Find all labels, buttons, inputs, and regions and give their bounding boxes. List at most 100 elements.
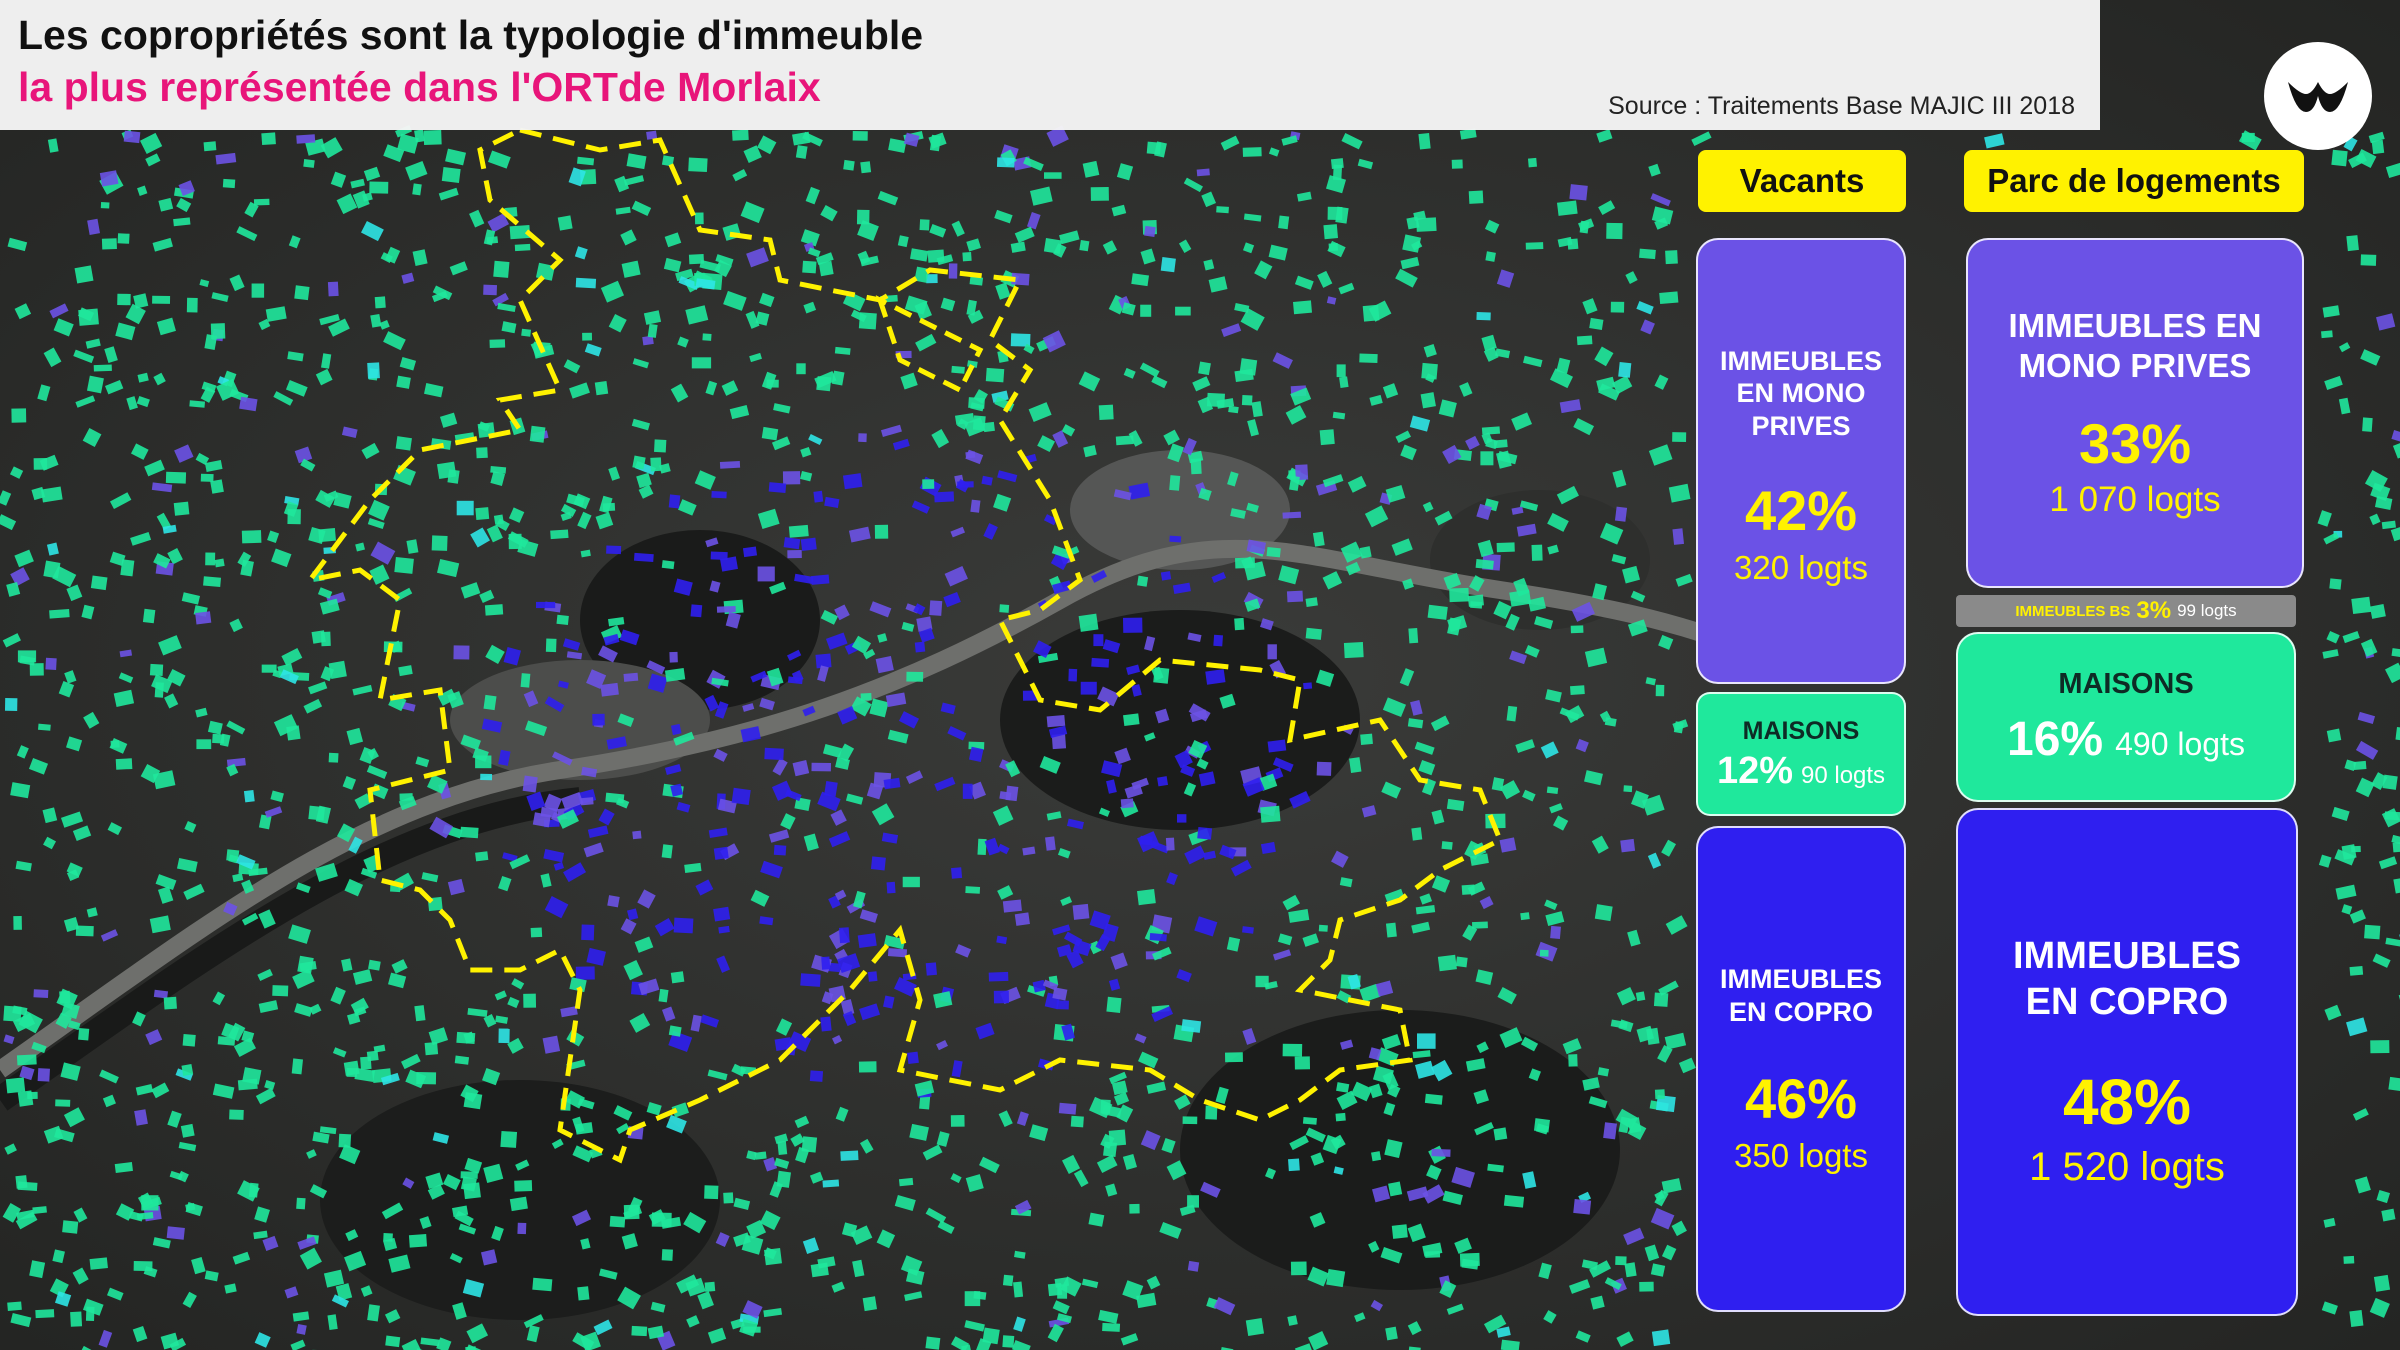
building-footprint	[1090, 186, 1109, 201]
building-footprint	[101, 238, 117, 250]
building-footprint	[914, 641, 926, 653]
building-footprint	[489, 339, 506, 348]
building-footprint	[1441, 841, 1453, 850]
building-footprint	[1335, 206, 1349, 224]
building-footprint	[1654, 1089, 1665, 1100]
building-footprint	[704, 1281, 716, 1292]
building-footprint	[606, 545, 622, 555]
building-footprint	[919, 219, 930, 231]
parc-bs-pct: 3%	[2136, 597, 2172, 624]
building-footprint	[631, 1325, 648, 1337]
building-footprint	[318, 528, 336, 543]
building-footprint	[205, 552, 216, 566]
building-footprint	[78, 308, 99, 326]
building-footprint	[2364, 924, 2381, 940]
building-footprint	[367, 362, 380, 379]
building-footprint	[424, 1041, 439, 1056]
building-footprint	[369, 181, 389, 194]
building-footprint	[1420, 392, 1436, 409]
vacants-mono-count: 320 logts	[1734, 549, 1868, 587]
building-footprint	[670, 971, 685, 984]
header-parc-logements: Parc de logements	[1964, 150, 2304, 212]
vacants-copro-count: 350 logts	[1734, 1136, 1868, 1174]
building-footprint	[1651, 1329, 1671, 1347]
brand-logo[interactable]	[2264, 42, 2372, 150]
building-footprint	[973, 1291, 987, 1300]
building-footprint	[1305, 627, 1322, 640]
building-footprint	[766, 379, 779, 388]
building-footprint	[1556, 200, 1578, 216]
building-footprint	[1013, 1281, 1024, 1298]
building-footprint	[251, 283, 265, 298]
building-footprint	[395, 436, 412, 451]
building-footprint	[414, 129, 425, 143]
building-footprint	[870, 856, 886, 871]
building-footprint	[802, 260, 817, 274]
building-footprint	[858, 433, 867, 443]
building-footprint	[2373, 1274, 2391, 1292]
building-footprint	[822, 1179, 840, 1188]
building-footprint	[1455, 956, 1468, 968]
building-footprint	[1206, 392, 1225, 408]
building-footprint	[2351, 596, 2372, 615]
building-footprint	[203, 576, 222, 588]
building-footprint	[1187, 1195, 1199, 1208]
building-footprint	[13, 915, 22, 930]
building-footprint	[1216, 206, 1229, 214]
building-footprint	[490, 465, 507, 474]
building-footprint	[2329, 578, 2342, 590]
building-footprint	[1303, 682, 1313, 690]
building-footprint	[483, 694, 497, 711]
building-footprint	[1635, 991, 1646, 1002]
building-footprint	[668, 494, 681, 509]
parc-mono-count: 1 070 logts	[2049, 480, 2221, 520]
building-footprint	[1603, 1122, 1617, 1140]
building-footprint	[1205, 669, 1226, 685]
building-footprint	[1100, 1099, 1111, 1114]
building-footprint	[493, 260, 510, 278]
building-footprint	[173, 501, 190, 516]
building-footprint	[1594, 904, 1613, 922]
building-footprint	[1623, 785, 1633, 793]
building-footprint	[33, 457, 48, 470]
building-footprint	[394, 556, 414, 574]
building-footprint	[988, 971, 1009, 982]
parc-maisons-count: 490 logts	[2115, 725, 2245, 762]
building-footprint	[1359, 546, 1372, 559]
building-footprint	[117, 233, 130, 244]
building-footprint	[887, 948, 908, 958]
building-footprint	[212, 733, 225, 744]
building-footprint	[550, 529, 569, 540]
building-footprint	[2369, 603, 2386, 619]
building-footprint	[1362, 304, 1380, 322]
building-footprint	[536, 601, 556, 609]
building-footprint	[1391, 1224, 1408, 1239]
building-footprint	[951, 867, 963, 879]
building-footprint	[248, 1182, 259, 1198]
building-footprint	[1359, 353, 1378, 364]
building-footprint	[1527, 157, 1538, 168]
building-footprint	[253, 198, 270, 206]
building-footprint	[1639, 1281, 1654, 1292]
building-footprint	[500, 1130, 518, 1148]
building-footprint	[1550, 925, 1561, 940]
building-footprint	[1198, 361, 1211, 376]
building-footprint	[965, 886, 981, 894]
parc-maisons-label: MAISONS	[2058, 668, 2194, 701]
building-footprint	[1070, 1115, 1084, 1128]
building-footprint	[521, 328, 532, 337]
building-footprint	[742, 546, 758, 558]
building-footprint	[857, 933, 877, 949]
building-footprint	[1427, 604, 1448, 620]
building-footprint	[673, 917, 694, 934]
building-footprint	[1182, 1116, 1198, 1125]
building-footprint	[35, 1309, 55, 1319]
building-footprint	[1068, 668, 1078, 682]
building-footprint	[522, 775, 538, 793]
building-footprint	[962, 783, 973, 799]
building-footprint	[1610, 301, 1625, 313]
building-footprint	[1506, 705, 1518, 722]
vacants-maisons-count: 90 logts	[1801, 761, 1886, 789]
building-footprint	[993, 990, 1010, 1004]
building-footprint	[1606, 222, 1623, 240]
